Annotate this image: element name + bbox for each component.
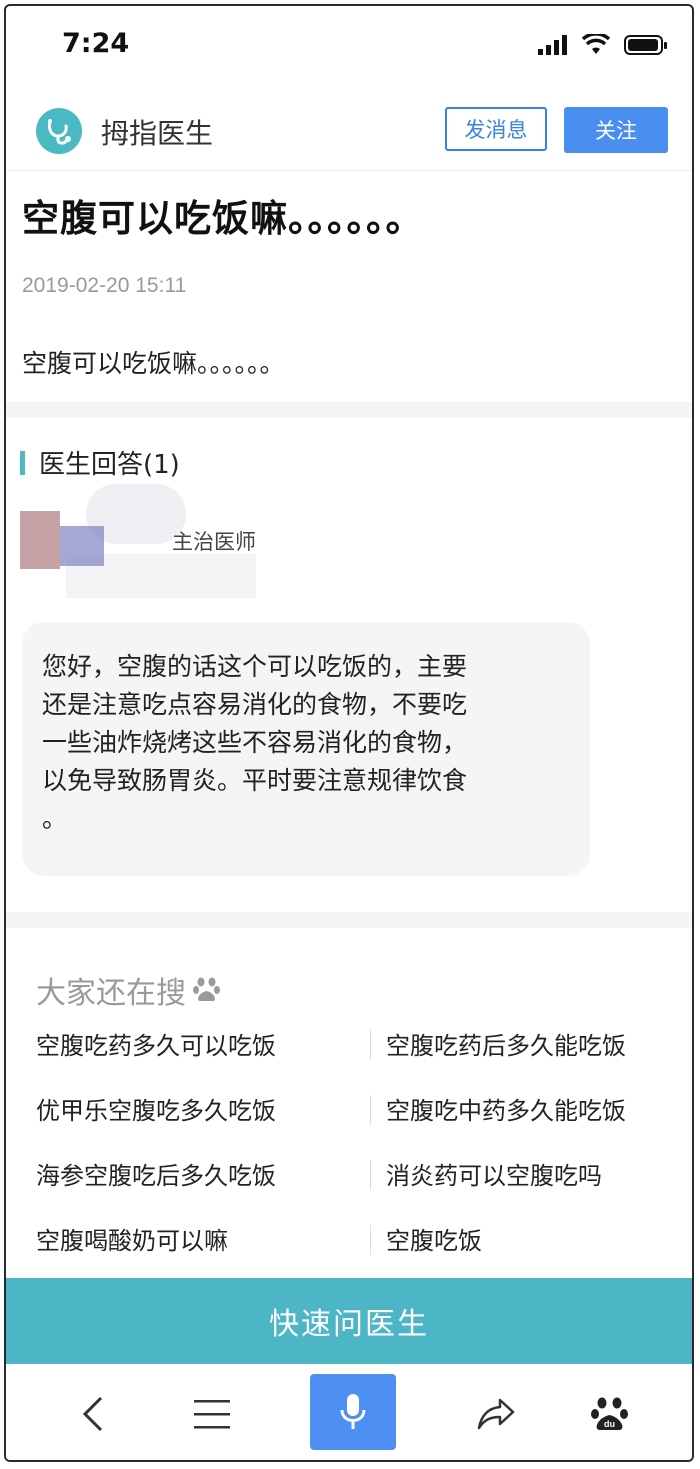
question-date: 2019-02-20 15:11: [22, 274, 187, 297]
question-body: 空腹可以吃饭嘛。。。。。。: [22, 349, 285, 378]
app-header: 拇指医生 发消息 关注: [6, 86, 692, 171]
send-message-button[interactable]: 发消息: [445, 107, 547, 151]
search-suggestion[interactable]: 海参空腹吃后多久吃饭: [36, 1156, 276, 1191]
back-icon: [82, 1396, 103, 1432]
baidu-button[interactable]: du: [578, 1382, 642, 1446]
share-icon: [477, 1398, 515, 1430]
menu-icon: [194, 1400, 230, 1429]
baidu-paw-icon: du: [591, 1397, 628, 1430]
share-button[interactable]: [464, 1382, 528, 1446]
search-suggestion[interactable]: 空腹喝酸奶可以嘛: [36, 1221, 228, 1256]
signal-icon: [538, 35, 567, 55]
section-divider: [6, 402, 692, 418]
column-separator: [370, 1095, 371, 1125]
column-separator: [370, 1225, 371, 1255]
doctor-title: 主治医师: [172, 530, 256, 554]
status-bar: 7:24: [6, 6, 692, 86]
browser-bottom-nav: du: [6, 1364, 692, 1460]
answer-line: 还是注意吃点容易消化的食物，不要吃: [42, 690, 468, 719]
app-name: 拇指医生: [101, 117, 214, 150]
related-search-heading: 大家还在搜: [36, 968, 222, 1012]
app-logo: [36, 108, 82, 154]
answers-heading: 医生回答(1): [20, 444, 180, 481]
column-separator: [370, 1030, 371, 1060]
heading-accent-bar: [20, 450, 25, 475]
microphone-icon: [340, 1394, 366, 1429]
related-search-heading-text: 大家还在搜: [36, 976, 186, 1011]
search-row: 空腹喝酸奶可以嘛 空腹吃饭: [6, 1211, 692, 1276]
menu-button[interactable]: [180, 1382, 244, 1446]
follow-button[interactable]: 关注: [564, 107, 668, 153]
answer-line: 您好，空腹的话这个可以吃饭的，主要: [42, 652, 468, 681]
search-row: 空腹吃药多久可以吃饭 空腹吃药后多久能吃饭: [6, 1016, 692, 1081]
column-separator: [370, 1160, 371, 1190]
answers-heading-text: 医生回答(1): [39, 450, 180, 480]
related-search-list: 空腹吃药多久可以吃饭 空腹吃药后多久能吃饭 优甲乐空腹吃多久吃饭 空腹吃中药多久…: [6, 1016, 692, 1276]
search-suggestion[interactable]: 空腹吃药后多久能吃饭: [386, 1026, 626, 1061]
answer-line: 。: [42, 804, 68, 833]
back-button[interactable]: [62, 1382, 126, 1446]
baidu-paw-icon: [193, 977, 220, 1001]
phone-screen: 7:24 拇指医生 发消息 关注 空腹可以吃饭嘛。。。。。。 2019-02-2…: [4, 4, 694, 1462]
status-time: 7:24: [62, 28, 130, 59]
answer-line: 以免导致肠胃炎。平时要注意规律饮食: [42, 766, 468, 795]
ask-doctor-button[interactable]: 快速问医生: [6, 1278, 692, 1364]
search-row: 优甲乐空腹吃多久吃饭 空腹吃中药多久能吃饭: [6, 1081, 692, 1146]
search-suggestion[interactable]: 空腹吃中药多久能吃饭: [386, 1091, 626, 1126]
search-suggestion[interactable]: 消炎药可以空腹吃吗: [386, 1156, 602, 1191]
stethoscope-icon: [48, 119, 71, 145]
section-divider: [6, 912, 692, 928]
answer-bubble: 您好，空腹的话这个可以吃饭的，主要 还是注意吃点容易消化的食物，不要吃 一些油炸…: [22, 622, 590, 876]
svg-text:du: du: [604, 1419, 615, 1429]
voice-search-button[interactable]: [310, 1374, 396, 1450]
answer-line: 一些油炸烧烤这些不容易消化的食物，: [42, 728, 468, 757]
wifi-icon: [582, 34, 610, 54]
search-row: 海参空腹吃后多久吃饭 消炎药可以空腹吃吗: [6, 1146, 692, 1211]
status-icons: [538, 34, 668, 56]
search-suggestion[interactable]: 优甲乐空腹吃多久吃饭: [36, 1091, 276, 1126]
search-suggestion[interactable]: 空腹吃药多久可以吃饭: [36, 1026, 276, 1061]
battery-icon: [624, 35, 667, 55]
search-suggestion[interactable]: 空腹吃饭: [386, 1221, 482, 1256]
question-title: 空腹可以吃饭嘛。。。。。。: [22, 197, 424, 240]
